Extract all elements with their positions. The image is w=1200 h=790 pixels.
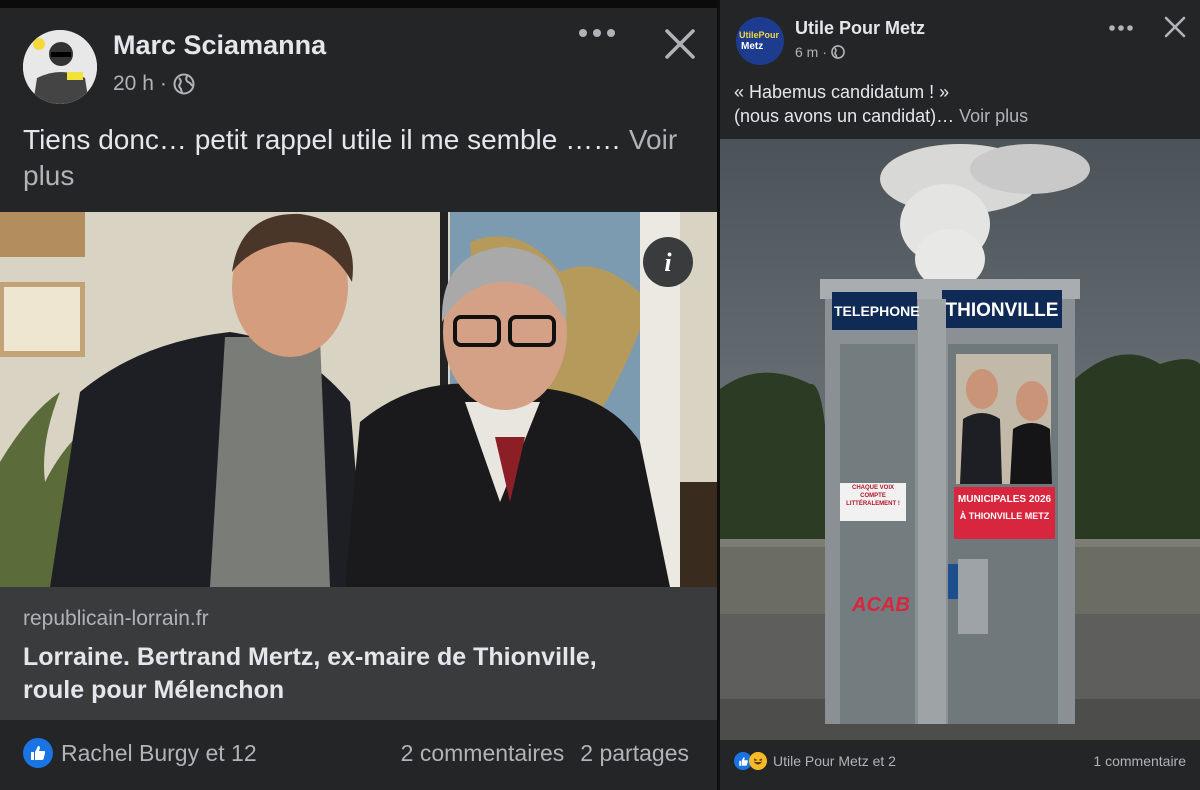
- post-meta: 20 h ·: [113, 72, 195, 96]
- ellipsis-horizontal-icon[interactable]: [578, 26, 616, 45]
- close-x-icon[interactable]: [1164, 16, 1186, 43]
- link-domain: republicain-lorrain.fr: [23, 607, 209, 630]
- post-text-right: « Habemus candidatum ! » (nous avons un …: [734, 80, 1184, 129]
- close-x-icon[interactable]: [664, 28, 696, 65]
- reactions-count-right[interactable]: Utile Pour Metz et 2: [773, 753, 896, 769]
- booth-sign-left: TELEPHONE: [834, 303, 920, 319]
- comments-count-right[interactable]: 1 commentaire: [1093, 753, 1186, 769]
- post-meta-right: 6 m ·: [795, 44, 845, 60]
- shares-count[interactable]: 2 partages: [580, 740, 689, 767]
- reactions-count[interactable]: Rachel Burgy et 12: [61, 740, 257, 767]
- author-name[interactable]: Marc Sciamanna: [113, 30, 326, 61]
- avatar-illustration: [23, 30, 97, 104]
- post-time[interactable]: 20 h: [113, 72, 154, 96]
- ellipsis-horizontal-icon[interactable]: [1108, 20, 1134, 38]
- page-name[interactable]: Utile Pour Metz: [795, 18, 925, 39]
- phone-booth-scene: [720, 139, 1200, 740]
- link-preview-image[interactable]: i: [0, 212, 717, 587]
- graffiti: ACAB: [852, 594, 910, 616]
- like-reaction-icon: [23, 738, 53, 768]
- big-poster-line1: MUNICIPALES 2026: [957, 494, 1052, 505]
- big-poster-line2: À THIONVILLE METZ: [959, 511, 1050, 521]
- link-title: Lorraine. Bertrand Mertz, ex-maire de Th…: [23, 643, 597, 704]
- post-text: Tiens donc… petit rappel utile il me sem…: [23, 122, 703, 195]
- post-footer-right: Utile Pour Metz et 2 1 commentaire: [734, 750, 1186, 772]
- globe-icon: [831, 45, 845, 59]
- post-footer: Rachel Burgy et 12 2 commentaires 2 part…: [23, 735, 703, 771]
- small-poster-text: CHAQUE VOIX COMPTE LITTÉRALEMENT !: [846, 485, 900, 507]
- see-more-link[interactable]: Voir plus: [959, 106, 1028, 126]
- photo-two-men: i: [0, 212, 717, 587]
- post-text-body: Tiens donc… petit rappel utile il me sem…: [23, 124, 629, 155]
- post-image[interactable]: TELEPHONE THIONVILLE CHAQUE VOIX COMPTE …: [720, 139, 1200, 740]
- link-preview-box[interactable]: republicain-lorrain.fr Lorraine. Bertran…: [0, 587, 717, 720]
- post-left: Marc Sciamanna 20 h · Tiens donc… petit …: [0, 0, 717, 790]
- author-avatar[interactable]: [23, 30, 97, 104]
- post-text-line1: « Habemus candidatum ! »: [734, 82, 950, 102]
- top-strip: [0, 0, 717, 8]
- post-right: UtilePour Metz Utile Pour Metz 6 m · « H…: [720, 0, 1200, 790]
- booth-sign-right: THIONVILLE: [945, 300, 1059, 321]
- avatar-text-bottom: Metz: [741, 41, 764, 52]
- post-text-line2: (nous avons un candidat)…: [734, 106, 960, 127]
- page-avatar[interactable]: UtilePour Metz: [736, 17, 784, 65]
- post-time-right[interactable]: 6 m: [795, 44, 818, 60]
- avatar-text-top: UtilePour: [739, 30, 780, 40]
- meta-separator: ·: [159, 72, 167, 95]
- comments-count[interactable]: 2 commentaires: [401, 740, 565, 767]
- haha-reaction-icon: [749, 752, 767, 770]
- globe-icon: [173, 73, 195, 95]
- svg-text:i: i: [664, 248, 672, 277]
- meta-separator-right: ·: [822, 44, 828, 60]
